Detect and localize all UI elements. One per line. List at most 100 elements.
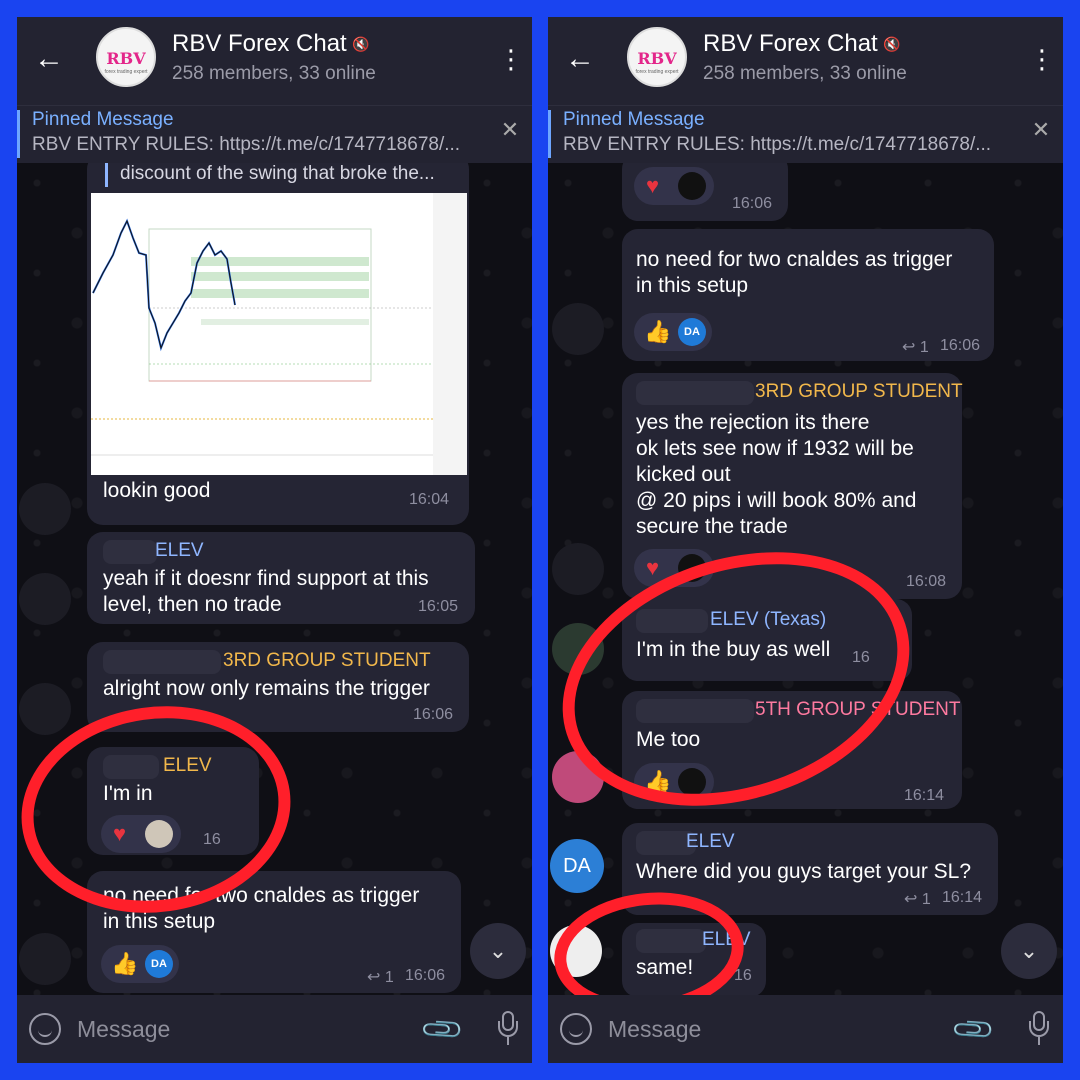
message-line: in this setup bbox=[636, 274, 749, 297]
avatar[interactable] bbox=[19, 483, 71, 535]
message-list[interactable]: discount of the swing that broke the... bbox=[17, 163, 532, 995]
avatar[interactable] bbox=[19, 933, 71, 985]
microphone-icon[interactable] bbox=[1027, 1009, 1051, 1047]
chat-subtitle: 258 members, 33 online bbox=[703, 63, 907, 84]
chevron-down-icon[interactable]: ⌄ bbox=[470, 923, 526, 979]
reply-count[interactable]: ↩ 1 bbox=[367, 967, 394, 987]
avatar[interactable] bbox=[19, 683, 71, 735]
message-line: ok lets see now if 1932 will be bbox=[636, 437, 914, 460]
image-message[interactable]: discount of the swing that broke the... bbox=[87, 163, 469, 525]
avatar[interactable]: DA bbox=[550, 839, 604, 893]
reply-number: 1 bbox=[919, 339, 929, 356]
heart-icon: ♥ bbox=[646, 173, 660, 198]
reaction-chip[interactable]: ♥ bbox=[634, 167, 714, 205]
mute-icon: 🔇 bbox=[883, 36, 901, 52]
microphone-icon[interactable] bbox=[496, 1009, 520, 1047]
heart-icon: ♥ bbox=[646, 555, 660, 580]
chevron-down-icon[interactable]: ⌄ bbox=[1001, 923, 1057, 979]
message-bubble[interactable]: no need for two cnaldes as trigger in th… bbox=[622, 229, 994, 361]
chat-screen-right: ← RBV forex trading expert RBV Forex Cha… bbox=[548, 17, 1063, 1063]
close-icon[interactable]: ✕ bbox=[1029, 118, 1053, 142]
avatar[interactable] bbox=[19, 573, 71, 625]
smile-icon[interactable] bbox=[560, 1013, 592, 1045]
message-time: 16:05 bbox=[418, 598, 459, 615]
chat-title[interactable]: RBV Forex Chat bbox=[703, 30, 878, 58]
sender-name[interactable]: ELEV bbox=[155, 540, 204, 562]
chat-screen-left: ← RBV forex trading expert RBV Forex Cha… bbox=[17, 17, 532, 1063]
redacted-name bbox=[103, 540, 157, 564]
redacted-name bbox=[636, 381, 754, 405]
pinned-message-bar[interactable]: Pinned Message RBV ENTRY RULES: https://… bbox=[17, 105, 532, 163]
paperclip-icon[interactable]: 📎 bbox=[950, 1006, 998, 1054]
message-line: in this setup bbox=[103, 910, 216, 933]
reply-count[interactable]: ↩ 1 bbox=[902, 337, 929, 357]
pinned-accent bbox=[548, 110, 551, 158]
reply-quote: discount of the swing that broke the... bbox=[120, 163, 435, 184]
message-line: kicked out bbox=[636, 463, 731, 486]
message-line: @ 20 pips i will book 80% and bbox=[636, 489, 917, 512]
arrow-left-icon[interactable]: ← bbox=[562, 41, 598, 77]
group-avatar[interactable]: RBV forex trading expert bbox=[96, 27, 156, 87]
smile-icon[interactable] bbox=[29, 1013, 61, 1045]
message-line: yes the rejection its there bbox=[636, 411, 870, 434]
message-time: 16:04 bbox=[409, 491, 450, 508]
chart-screenshot[interactable] bbox=[91, 193, 467, 475]
chat-header: ← RBV forex trading expert RBV Forex Cha… bbox=[548, 17, 1063, 105]
chat-header: ← RBV forex trading expert RBV Forex Cha… bbox=[17, 17, 532, 105]
message-time: 16:14 bbox=[942, 889, 983, 906]
group-avatar[interactable]: RBV forex trading expert bbox=[627, 27, 687, 87]
avatar[interactable] bbox=[552, 543, 604, 595]
avatar[interactable] bbox=[552, 303, 604, 355]
message-line: yeah if it doesnr find support at this bbox=[103, 567, 429, 590]
sender-name[interactable]: 3RD GROUP STUDENT bbox=[223, 650, 431, 672]
message-input[interactable]: Message bbox=[608, 1016, 701, 1043]
pinned-text: RBV ENTRY RULES: https://t.me/c/17477186… bbox=[563, 134, 992, 155]
close-icon[interactable]: ✕ bbox=[498, 118, 522, 142]
message-line: no need for two cnaldes as trigger bbox=[636, 248, 953, 271]
sender-name[interactable]: ELEV bbox=[686, 831, 735, 853]
message-time: 16:06 bbox=[405, 967, 446, 984]
thumbs-up-icon: 👍 bbox=[644, 319, 672, 344]
chat-title[interactable]: RBV Forex Chat bbox=[172, 30, 347, 58]
redacted-name bbox=[103, 650, 221, 674]
reaction-chip[interactable]: 👍 DA bbox=[634, 313, 712, 351]
message-time: 16:14 bbox=[904, 787, 945, 804]
pinned-title: Pinned Message bbox=[563, 109, 705, 130]
arrow-left-icon[interactable]: ← bbox=[31, 41, 67, 77]
message-time: 16:06 bbox=[940, 337, 981, 354]
more-vertical-icon[interactable]: ⋮ bbox=[498, 41, 524, 77]
message-input-bar: Message 📎 bbox=[17, 995, 532, 1063]
message-bubble[interactable]: ELEV yeah if it doesnr find support at t… bbox=[87, 532, 475, 624]
paperclip-icon[interactable]: 📎 bbox=[419, 1006, 467, 1054]
message-time: 16:06 bbox=[413, 706, 454, 723]
reactor-avatar: DA bbox=[678, 318, 706, 346]
mute-icon: 🔇 bbox=[352, 36, 370, 52]
sender-name[interactable]: 3RD GROUP STUDENT bbox=[755, 381, 963, 403]
logo-subtext: forex trading expert bbox=[635, 69, 679, 75]
reactor-avatar bbox=[678, 172, 706, 200]
pinned-accent bbox=[17, 110, 20, 158]
pinned-message-bar[interactable]: Pinned Message RBV ENTRY RULES: https://… bbox=[548, 105, 1063, 163]
pinned-text: RBV ENTRY RULES: https://t.me/c/17477186… bbox=[32, 134, 461, 155]
message-bubble[interactable]: ♥ 16:06 bbox=[622, 163, 788, 221]
message-time: 16:08 bbox=[906, 573, 947, 590]
chat-subtitle: 258 members, 33 online bbox=[172, 63, 376, 84]
logo-text: RBV bbox=[106, 49, 146, 68]
message-text: lookin good bbox=[103, 479, 211, 502]
message-line: alright now only remains the trigger bbox=[103, 677, 430, 700]
message-line: Where did you guys target your SL? bbox=[636, 860, 972, 883]
message-list[interactable]: ♥ 16:06 no need for two cnaldes as trigg… bbox=[548, 163, 1063, 995]
message-time: 16:06 bbox=[732, 195, 773, 212]
thumbs-up-icon: 👍 bbox=[111, 951, 139, 976]
reply-number: 1 bbox=[384, 969, 394, 986]
logo-subtext: forex trading expert bbox=[104, 69, 148, 75]
logo-text: RBV bbox=[637, 49, 677, 68]
message-input[interactable]: Message bbox=[77, 1016, 170, 1043]
pinned-title: Pinned Message bbox=[32, 109, 174, 130]
reply-count[interactable]: ↩ 1 bbox=[904, 889, 931, 909]
more-vertical-icon[interactable]: ⋮ bbox=[1029, 41, 1055, 77]
reaction-chip[interactable]: 👍 DA bbox=[101, 945, 179, 983]
reply-number: 1 bbox=[921, 891, 931, 908]
message-line: secure the trade bbox=[636, 515, 788, 538]
message-input-bar: Message 📎 bbox=[548, 995, 1063, 1063]
